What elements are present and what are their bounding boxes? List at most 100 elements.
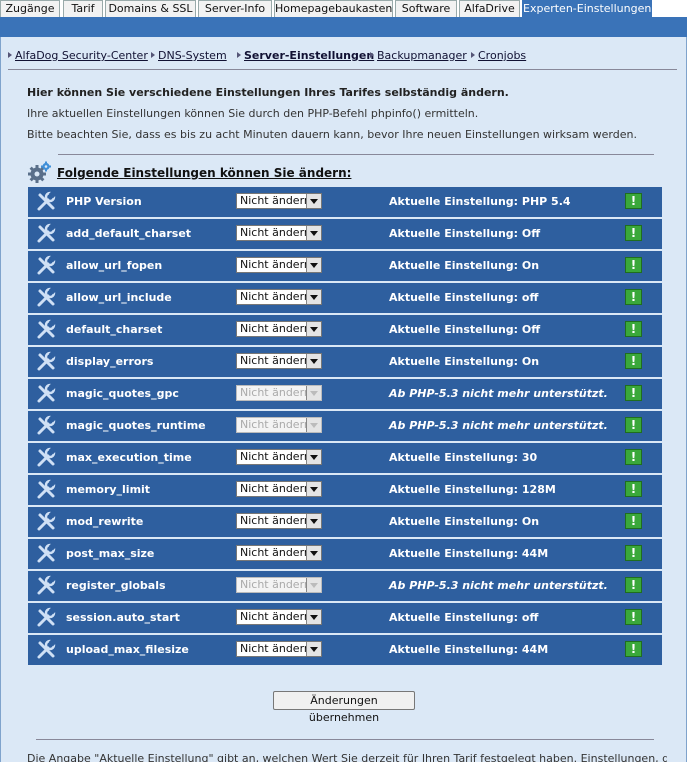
- setting-select[interactable]: Nicht ändern: [236, 449, 322, 465]
- setting-select-value: Nicht ändern: [240, 354, 311, 367]
- setting-select-value: Nicht ändern: [240, 386, 311, 399]
- tab-software[interactable]: Software: [395, 0, 457, 17]
- setting-row: mod_rewrite Nicht ändern Aktuelle Einstell…: [28, 507, 662, 537]
- setting-select-value: Nicht ändern: [240, 290, 311, 303]
- setting-select[interactable]: Nicht ändern: [236, 513, 322, 529]
- setting-select[interactable]: Nicht ändern: [236, 609, 322, 625]
- setting-name: add_default_charset: [66, 227, 192, 240]
- current-setting: Ab PHP-5.3 nicht mehr unterstützt.: [389, 579, 608, 592]
- setting-select-value: Nicht ändern: [240, 578, 311, 591]
- setting-select[interactable]: Nicht ändern: [236, 545, 322, 561]
- setting-row: magic_quotes_runtime Nicht ändern Ab PHP-5…: [28, 411, 662, 441]
- setting-row: max_execution_time Nicht ändern Aktuelle E…: [28, 443, 662, 473]
- wrench-screwdriver-icon: [37, 191, 57, 211]
- setting-row: allow_url_fopen Nicht ändern Aktuelle Eins…: [28, 251, 662, 281]
- intro-divider: [58, 154, 654, 155]
- tab-server-info[interactable]: Server-Info: [198, 0, 272, 17]
- exclamation-icon[interactable]: !: [625, 225, 642, 241]
- setting-name: PHP Version: [66, 195, 142, 208]
- subnav-cronjobs[interactable]: Cronjobs: [471, 49, 526, 62]
- dropdown-arrow-icon: [306, 418, 321, 432]
- setting-name: mod_rewrite: [66, 515, 144, 528]
- exclamation-icon[interactable]: !: [625, 449, 642, 465]
- current-setting: Ab PHP-5.3 nicht mehr unterstützt.: [389, 387, 608, 400]
- current-setting: Aktuelle Einstellung: Off: [389, 323, 541, 336]
- setting-select-value: Nicht ändern: [240, 642, 311, 655]
- subnav-backupmanager[interactable]: Backupmanager: [370, 49, 467, 62]
- subnav-dns-system[interactable]: DNS-System: [151, 49, 227, 62]
- wrench-screwdriver-icon: [37, 351, 57, 371]
- exclamation-icon[interactable]: !: [625, 513, 642, 529]
- setting-row: display_errors Nicht ändern Aktuelle Einst…: [28, 347, 662, 377]
- dropdown-arrow-icon: [306, 578, 321, 592]
- current-setting: Aktuelle Einstellung: 44M: [389, 547, 549, 560]
- setting-name: magic_quotes_runtime: [66, 419, 206, 432]
- setting-row: default_charset Nicht ändern Aktuelle Eins…: [28, 315, 662, 345]
- setting-select-value: Nicht ändern: [240, 322, 311, 335]
- exclamation-icon[interactable]: !: [625, 577, 642, 593]
- wrench-screwdriver-icon: [37, 223, 57, 243]
- tab-domains-ssl[interactable]: Domains & SSL: [105, 0, 196, 17]
- tab-tarif[interactable]: Tarif: [63, 0, 103, 17]
- setting-name: magic_quotes_gpc: [66, 387, 179, 400]
- setting-select[interactable]: Nicht ändern: [236, 193, 322, 209]
- tab-zugaenge[interactable]: Zugänge: [0, 0, 60, 17]
- exclamation-icon[interactable]: !: [625, 353, 642, 369]
- exclamation-icon[interactable]: !: [625, 481, 642, 497]
- arrow-icon: [471, 52, 475, 58]
- subnav-server-einstellungen[interactable]: Server-Einstellungen: [237, 49, 374, 62]
- wrench-screwdriver-icon: [37, 383, 57, 403]
- setting-select[interactable]: Nicht ändern: [236, 481, 322, 497]
- wrench-screwdriver-icon: [37, 479, 57, 499]
- setting-select: Nicht ändern: [236, 577, 322, 593]
- dropdown-arrow-icon: [306, 386, 321, 400]
- setting-select[interactable]: Nicht ändern: [236, 321, 322, 337]
- intro-line-2: Bitte beachten Sie, dass es bis zu acht …: [27, 128, 637, 141]
- dropdown-arrow-icon: [306, 290, 321, 304]
- setting-select[interactable]: Nicht ändern: [236, 225, 322, 241]
- current-setting: Aktuelle Einstellung: Off: [389, 227, 541, 240]
- tab-homepagebaukasten[interactable]: Homepagebaukasten: [274, 0, 393, 17]
- current-setting: Aktuelle Einstellung: On: [389, 259, 540, 272]
- exclamation-icon[interactable]: !: [625, 417, 642, 433]
- setting-select-value: Nicht ändern: [240, 194, 311, 207]
- wrench-screwdriver-icon: [37, 511, 57, 531]
- current-setting: Ab PHP-5.3 nicht mehr unterstützt.: [389, 419, 608, 432]
- exclamation-icon[interactable]: !: [625, 641, 642, 657]
- tab-experten-einstellungen[interactable]: Experten-Einstellungen: [522, 0, 652, 17]
- setting-name: allow_url_include: [66, 291, 172, 304]
- setting-name: default_charset: [66, 323, 163, 336]
- arrow-icon: [151, 52, 155, 58]
- exclamation-icon[interactable]: !: [625, 609, 642, 625]
- setting-name: display_errors: [66, 355, 154, 368]
- exclamation-icon[interactable]: !: [625, 257, 642, 273]
- setting-select-value: Nicht ändern: [240, 514, 311, 527]
- setting-row: session.auto_start Nicht ändern Aktuelle E…: [28, 603, 662, 633]
- footer-divider: [36, 739, 654, 740]
- setting-select-value: Nicht ändern: [240, 482, 311, 495]
- current-setting: Aktuelle Einstellung: PHP 5.4: [389, 195, 571, 208]
- setting-name: post_max_size: [66, 547, 155, 560]
- tab-alfadrive[interactable]: AlfaDrive: [459, 0, 520, 17]
- setting-select[interactable]: Nicht ändern: [236, 353, 322, 369]
- setting-select[interactable]: Nicht ändern: [236, 641, 322, 657]
- exclamation-icon[interactable]: !: [625, 321, 642, 337]
- wrench-screwdriver-icon: [37, 447, 57, 467]
- dropdown-arrow-icon: [306, 354, 321, 368]
- wrench-screwdriver-icon: [37, 575, 57, 595]
- wrench-screwdriver-icon: [37, 639, 57, 659]
- gear-icon: [28, 161, 51, 183]
- setting-row: upload_max_filesize Nicht ändern Aktuelle …: [28, 635, 662, 665]
- wrench-screwdriver-icon: [37, 255, 57, 275]
- setting-select[interactable]: Nicht ändern: [236, 257, 322, 273]
- setting-select[interactable]: Nicht ändern: [236, 289, 322, 305]
- exclamation-icon[interactable]: !: [625, 289, 642, 305]
- exclamation-icon[interactable]: !: [625, 193, 642, 209]
- setting-name: max_execution_time: [66, 451, 192, 464]
- exclamation-icon[interactable]: !: [625, 545, 642, 561]
- current-setting: Aktuelle Einstellung: 30: [389, 451, 538, 464]
- apply-changes-button[interactable]: Änderungen übernehmen: [273, 691, 415, 724]
- arrow-icon: [370, 52, 374, 58]
- exclamation-icon[interactable]: !: [625, 385, 642, 401]
- subnav-security-center[interactable]: AlfaDog Security-Center: [8, 49, 148, 62]
